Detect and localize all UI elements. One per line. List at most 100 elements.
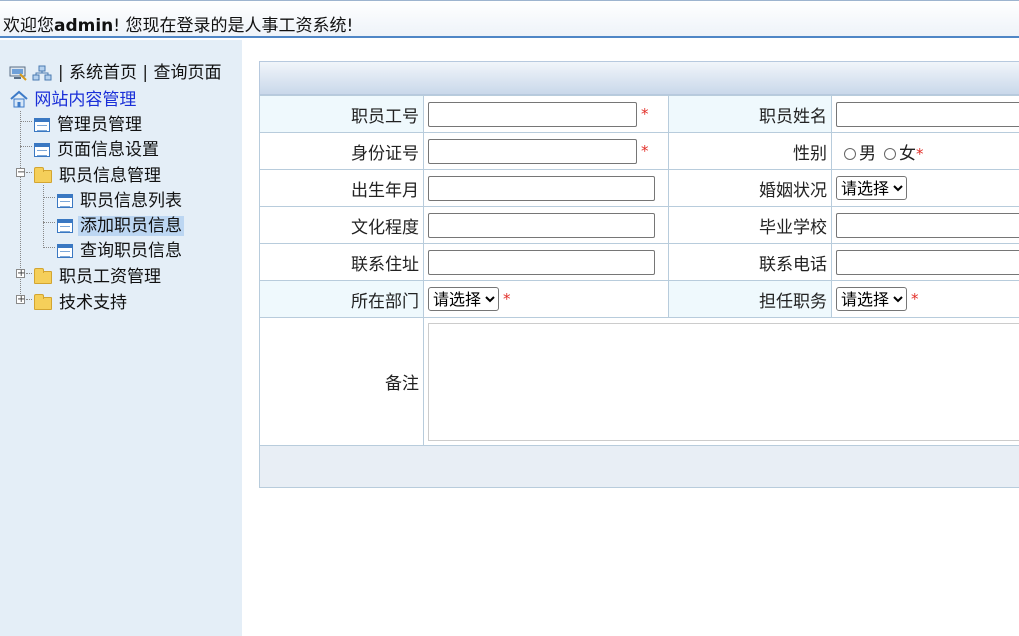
folder-open-icon (34, 167, 52, 183)
position-cell: 请选择 * (831, 280, 1019, 318)
employee-name-input[interactable] (836, 101, 1019, 127)
tree-connector (43, 222, 55, 223)
employee-name-label: 职员姓名 (668, 95, 832, 133)
welcome-message: 欢迎您admin! 您现在登录的是人事工资系统! (3, 11, 353, 36)
computer-icon[interactable] (9, 65, 27, 86)
sidebar-item-label: 页面信息设置 (57, 140, 159, 160)
gender-male-label: 男 (859, 143, 876, 164)
school-cell (831, 206, 1019, 244)
phone-cell (831, 243, 1019, 281)
education-input[interactable] (428, 212, 655, 238)
gender-male-radio[interactable] (844, 147, 856, 160)
required-mark: * (503, 290, 511, 308)
welcome-prefix: 欢迎您 (3, 16, 54, 36)
required-mark: * (641, 142, 649, 160)
tree-connector (26, 273, 32, 274)
tree-connector (43, 197, 55, 198)
tree-connector (26, 172, 32, 173)
birth-input[interactable] (428, 175, 655, 201)
site-content-management[interactable]: 网站内容管理 (34, 90, 136, 110)
tree-connector (43, 247, 55, 248)
sidebar-item-label: 职员信息管理 (59, 166, 161, 186)
sidebar-item-label: 管理员管理 (57, 115, 142, 135)
education-cell (423, 206, 669, 244)
sidebar-item-employee-info[interactable]: 职员信息管理 (34, 161, 163, 186)
folder-icon (34, 268, 52, 284)
folder-icon (34, 294, 52, 310)
school-input[interactable] (836, 212, 1019, 238)
department-label: 所在部门 (259, 280, 424, 318)
tree-connector (43, 185, 44, 248)
sidebar-item-label: 职员工资管理 (59, 267, 161, 287)
top-banner: 欢迎您admin! 您现在登录的是人事工资系统! (0, 0, 1019, 38)
page-icon (57, 244, 73, 258)
expand-toggle[interactable]: + (16, 269, 25, 279)
link-separator: | (142, 63, 149, 83)
form-row: 联系住址 联系电话 (259, 243, 1019, 281)
address-label: 联系住址 (259, 243, 424, 281)
expand-toggle[interactable]: + (16, 295, 25, 305)
birth-label: 出生年月 (259, 169, 424, 207)
form-footer-bar (259, 446, 1019, 488)
employee-id-label: 职员工号 (259, 95, 424, 133)
position-select[interactable]: 请选择 (836, 287, 907, 311)
remark-textarea[interactable] (428, 322, 1019, 441)
employee-form: 职员工号 * 职员姓名 身份证号 * 性别 男女* 出生年月 婚姻状况 请选择 … (259, 95, 1019, 446)
address-cell (423, 243, 669, 281)
sidebar-item-label: 技术支持 (59, 293, 127, 313)
form-row: 职员工号 * 职员姓名 (259, 95, 1019, 133)
main-content: 职员工号 * 职员姓名 身份证号 * 性别 男女* 出生年月 婚姻状况 请选择 … (259, 61, 1019, 488)
id-card-label: 身份证号 (259, 132, 424, 170)
sidebar-item-query-employee[interactable]: 查询职员信息 (57, 236, 184, 261)
form-row: 身份证号 * 性别 男女* (259, 132, 1019, 170)
marital-label: 婚姻状况 (668, 169, 832, 207)
sidebar: | 系统首页 | 查询页面 网站内容管理 管理员管理 页面信息设置 − 职员信息… (0, 40, 242, 636)
department-cell: 请选择 * (423, 280, 669, 318)
marital-cell: 请选择 (831, 169, 1019, 207)
query-page-link[interactable]: 查询页面 (154, 63, 222, 83)
required-mark: * (916, 144, 924, 163)
sidebar-top-links: | 系统首页 | 查询页面 (9, 58, 222, 86)
phone-input[interactable] (836, 249, 1019, 275)
tree-root[interactable]: 网站内容管理 (9, 85, 136, 113)
sidebar-item-employee-list[interactable]: 职员信息列表 (57, 186, 184, 211)
username: admin (54, 16, 114, 36)
gender-female-label: 女 (899, 143, 916, 164)
sidebar-item-label: 职员信息列表 (80, 191, 182, 211)
link-separator: | (57, 63, 64, 83)
id-card-input[interactable] (428, 138, 637, 164)
required-mark: * (911, 290, 919, 308)
system-home-link[interactable]: 系统首页 (69, 63, 137, 83)
gender-label: 性别 (668, 132, 832, 170)
page-icon (57, 219, 73, 233)
network-icon[interactable] (32, 65, 52, 86)
form-row: 出生年月 婚姻状况 请选择 (259, 169, 1019, 207)
required-mark: * (641, 105, 649, 123)
employee-name-cell (831, 95, 1019, 133)
position-label: 担任职务 (668, 280, 832, 318)
welcome-suffix: ! 您现在登录的是人事工资系统! (113, 16, 354, 36)
form-row: 备注 (259, 317, 1019, 446)
gender-cell: 男 女* (831, 132, 1019, 170)
marital-select[interactable]: 请选择 (836, 176, 907, 200)
collapse-toggle[interactable]: − (16, 168, 25, 178)
sidebar-item-label: 添加职员信息 (78, 216, 184, 236)
remark-label: 备注 (259, 317, 424, 446)
form-title-bar (259, 61, 1019, 95)
sidebar-item-label: 查询职员信息 (80, 241, 182, 261)
sidebar-item-tech-support[interactable]: 技术支持 (34, 288, 129, 313)
sidebar-item-add-employee[interactable]: 添加职员信息 (57, 211, 184, 236)
birth-cell (423, 169, 669, 207)
page-icon (34, 143, 50, 157)
department-select[interactable]: 请选择 (428, 287, 499, 311)
address-input[interactable] (428, 249, 655, 275)
sidebar-item-salary-management[interactable]: 职员工资管理 (34, 262, 163, 287)
sidebar-item-page-settings[interactable]: 页面信息设置 (34, 135, 161, 160)
gender-female-radio[interactable] (884, 147, 896, 160)
education-label: 文化程度 (259, 206, 424, 244)
form-row: 所在部门 请选择 * 担任职务 请选择 * (259, 280, 1019, 318)
id-card-cell: * (423, 132, 669, 170)
sidebar-item-admin-management[interactable]: 管理员管理 (34, 110, 144, 135)
employee-id-input[interactable] (428, 101, 637, 127)
tree-connector (20, 121, 32, 122)
